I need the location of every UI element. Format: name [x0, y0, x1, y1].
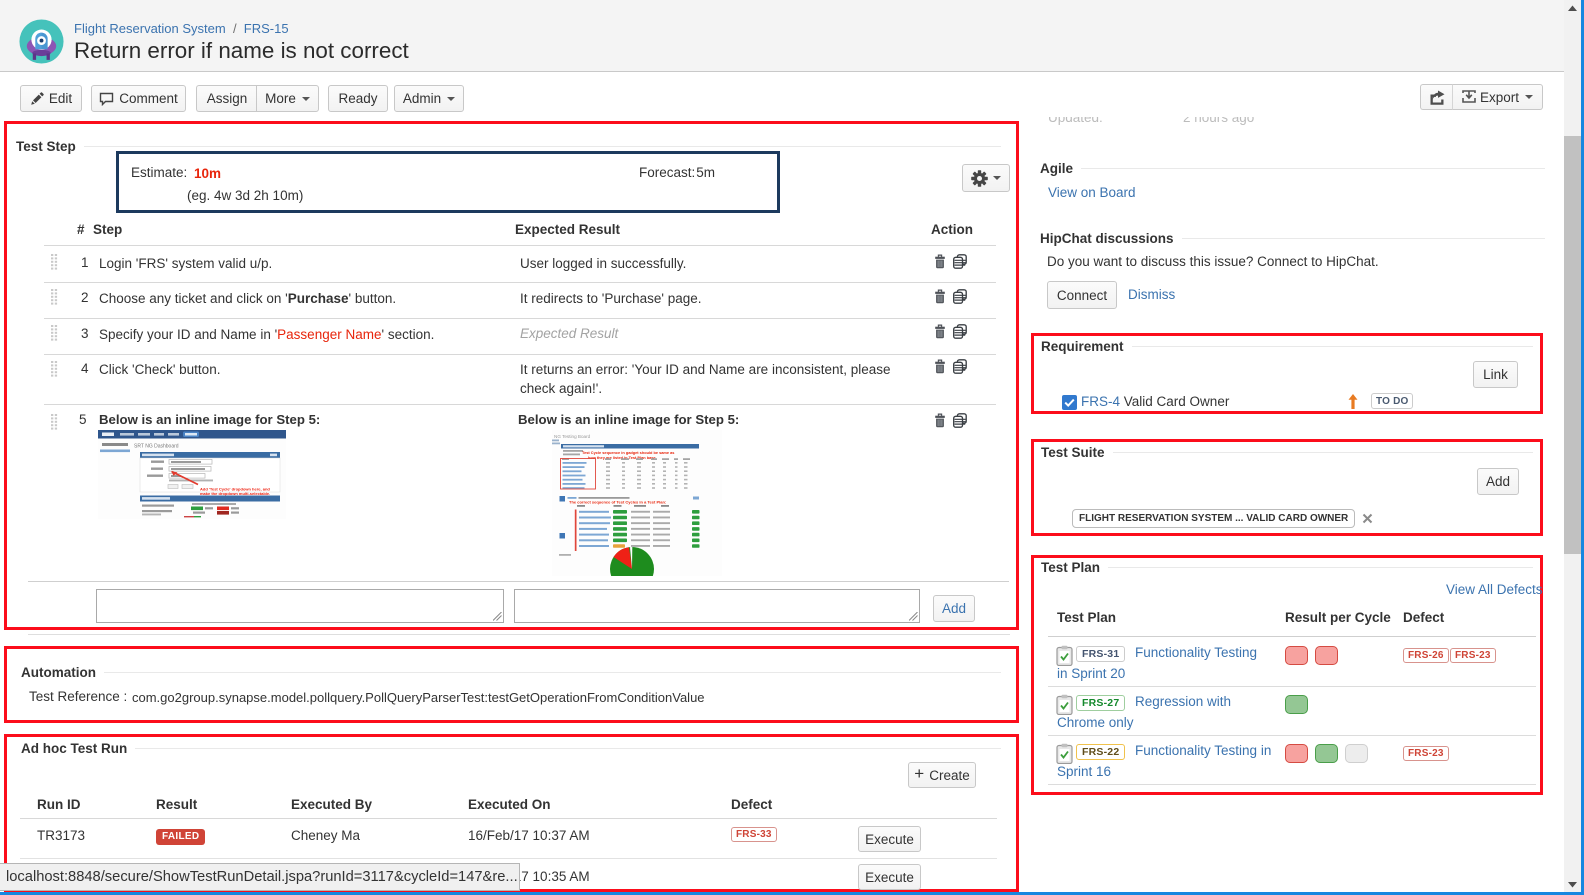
svg-text:The correct sequence of Test C: The correct sequence of Test Cycles in a… — [569, 500, 666, 505]
svg-text:NG Testing Board: NG Testing Board — [554, 434, 591, 439]
svg-text:SRT NG Dashboard: SRT NG Dashboard — [134, 444, 179, 450]
svg-text:make the dropdown multi-select: make the dropdown multi-selectable. — [200, 491, 270, 496]
